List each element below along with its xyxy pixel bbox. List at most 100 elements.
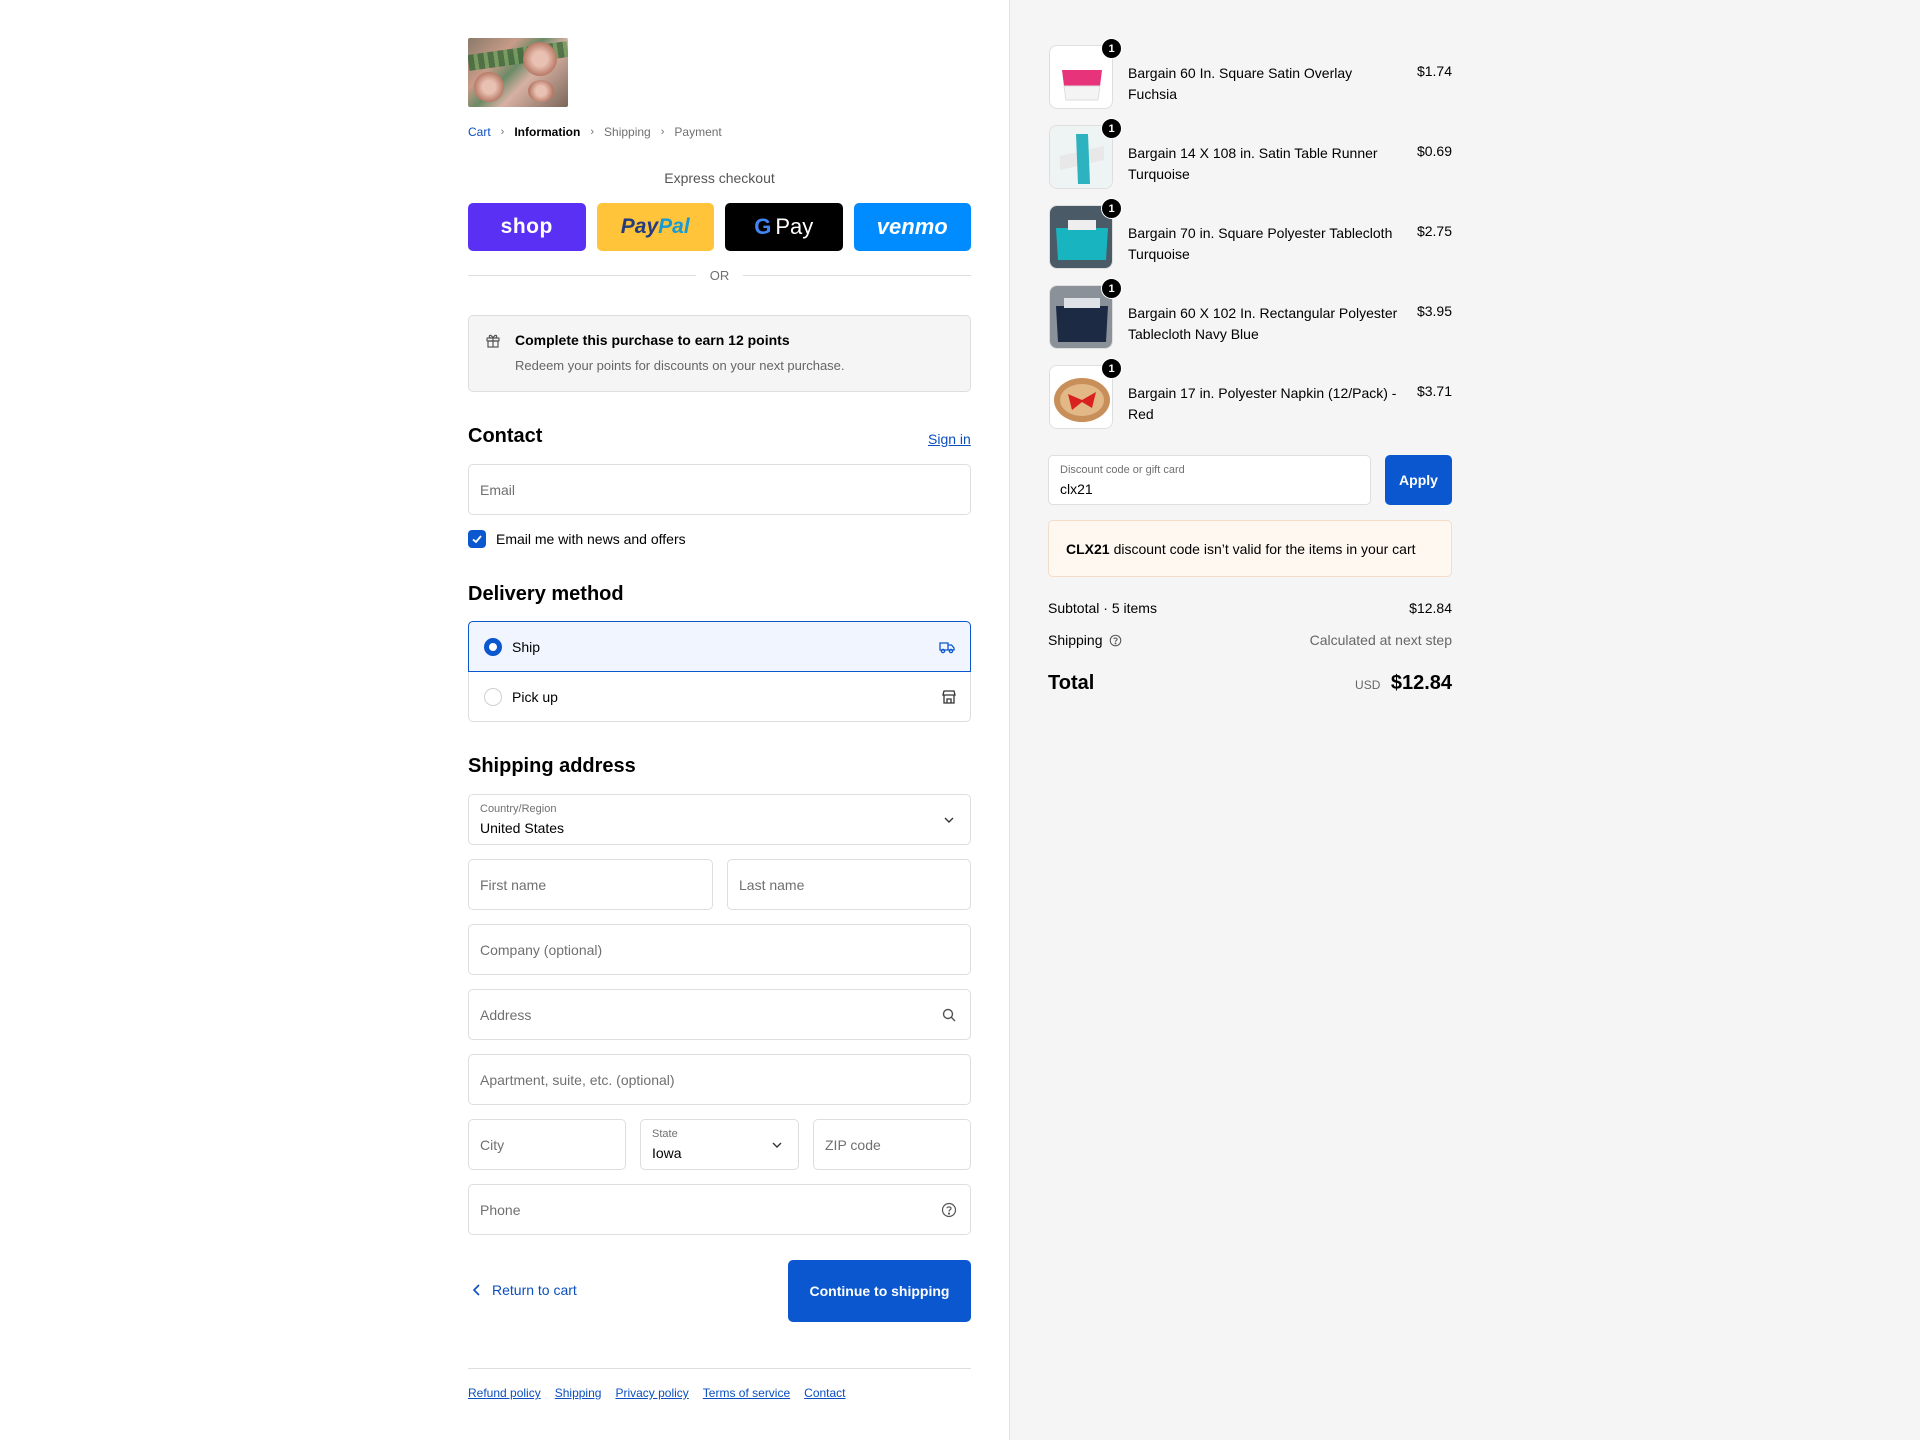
country-value: United States bbox=[480, 820, 565, 836]
loyalty-points-banner: Complete this purchase to earn 12 points… bbox=[468, 315, 971, 392]
paypal-button[interactable]: Pay Pal bbox=[596, 203, 714, 251]
privacy-policy-link[interactable]: Privacy policy bbox=[615, 1386, 688, 1400]
chevron-right-icon: › bbox=[660, 126, 665, 138]
product-price: $0.69 bbox=[1416, 143, 1452, 159]
return-to-cart-link[interactable]: Return to cart bbox=[470, 1282, 577, 1298]
news-offers-checkbox[interactable] bbox=[468, 530, 486, 548]
email-field[interactable]: Email bbox=[468, 464, 971, 515]
news-offers-label: Email me with news and offers bbox=[496, 531, 686, 547]
state-value: Iowa bbox=[652, 1145, 682, 1161]
google-pay-button[interactable]: G Pay bbox=[725, 203, 843, 251]
chevron-down-icon bbox=[772, 1142, 782, 1148]
total-label: Total bbox=[1048, 672, 1095, 694]
product-price: $3.71 bbox=[1416, 383, 1452, 399]
breadcrumb-payment: Payment bbox=[674, 125, 722, 139]
search-icon bbox=[942, 1008, 956, 1022]
help-icon[interactable] bbox=[941, 1202, 957, 1218]
express-checkout-title: Express checkout bbox=[664, 170, 775, 186]
shipping-address-heading: Shipping address bbox=[468, 755, 636, 777]
email-placeholder: Email bbox=[480, 482, 516, 498]
quantity-badge: 1 bbox=[1101, 358, 1122, 379]
state-label: State bbox=[652, 1128, 678, 1140]
shipping-row: Shipping Calculated at next step bbox=[1048, 632, 1452, 648]
subtotal-row: Subtotal · 5 items $12.84 bbox=[1048, 600, 1452, 616]
venmo-button[interactable]: venmo bbox=[853, 203, 971, 251]
shipping-policy-link[interactable]: Shipping bbox=[555, 1386, 602, 1400]
product-name: Bargain 14 X 108 in. Satin Table Runner … bbox=[1128, 145, 1378, 182]
cart-item: 1 Bargain 14 X 108 in. Satin Table Runne… bbox=[1049, 118, 1452, 189]
pickup-radio[interactable] bbox=[484, 688, 502, 706]
help-icon[interactable] bbox=[1109, 634, 1122, 647]
quantity-badge: 1 bbox=[1101, 198, 1122, 219]
city-field[interactable]: City bbox=[468, 1119, 626, 1170]
phone-field[interactable]: Phone bbox=[468, 1184, 971, 1235]
total-row: Total USD $12.84 bbox=[1048, 672, 1452, 695]
discount-error-message: CLX21 discount code isn’t valid for the … bbox=[1048, 520, 1452, 577]
shop-pay-button[interactable]: shop bbox=[468, 203, 586, 251]
gift-icon bbox=[486, 334, 500, 348]
country-select[interactable]: Country/Region United States bbox=[468, 794, 971, 845]
breadcrumb-cart[interactable]: Cart bbox=[468, 125, 491, 139]
state-select[interactable]: State Iowa bbox=[640, 1119, 799, 1170]
truck-icon bbox=[939, 642, 955, 654]
pickup-label: Pick up bbox=[512, 689, 558, 705]
ship-radio[interactable] bbox=[484, 637, 502, 656]
product-name: Bargain 60 X 102 In. Rectangular Polyest… bbox=[1128, 305, 1398, 342]
country-label: Country/Region bbox=[480, 803, 557, 815]
points-title: Complete this purchase to earn 12 points bbox=[515, 332, 790, 348]
product-price: $1.74 bbox=[1416, 63, 1452, 79]
store-icon bbox=[942, 690, 956, 704]
product-name: Bargain 70 in. Square Polyester Tableclo… bbox=[1128, 225, 1393, 262]
delivery-option-pickup[interactable]: Pick up bbox=[469, 672, 972, 722]
cart-item: 1 Bargain 70 in. Square Polyester Tablec… bbox=[1049, 198, 1452, 269]
ship-label: Ship bbox=[512, 638, 541, 655]
store-logo[interactable] bbox=[468, 38, 568, 107]
terms-of-service-link[interactable]: Terms of service bbox=[703, 1386, 790, 1400]
discount-error-code: CLX21 bbox=[1066, 540, 1110, 557]
cart-item: 1 Bargain 17 in. Polyester Napkin (12/Pa… bbox=[1049, 358, 1452, 429]
quantity-badge: 1 bbox=[1101, 118, 1122, 139]
contact-link[interactable]: Contact bbox=[804, 1386, 845, 1400]
refund-policy-link[interactable]: Refund policy bbox=[468, 1386, 541, 1400]
total-value: $12.84 bbox=[1390, 672, 1452, 694]
quantity-badge: 1 bbox=[1101, 38, 1122, 59]
product-name: Bargain 17 in. Polyester Napkin (12/Pack… bbox=[1128, 385, 1397, 422]
footer-divider bbox=[468, 1368, 971, 1369]
product-price: $2.75 bbox=[1416, 223, 1452, 239]
quantity-badge: 1 bbox=[1101, 278, 1122, 299]
breadcrumb: Cart › Information › Shipping › Payment bbox=[468, 125, 722, 139]
subtotal-label: Subtotal · 5 items bbox=[1048, 600, 1157, 616]
chevron-right-icon: › bbox=[590, 126, 595, 138]
apply-discount-button[interactable]: Apply bbox=[1385, 455, 1452, 505]
chevron-right-icon: › bbox=[500, 126, 505, 138]
last-name-field[interactable]: Last name bbox=[727, 859, 971, 910]
product-price: $3.95 bbox=[1416, 303, 1452, 319]
delivery-option-ship[interactable]: Ship bbox=[468, 621, 971, 672]
chevron-left-icon bbox=[472, 1284, 480, 1296]
product-name: Bargain 60 In. Square Satin Overlay Fuch… bbox=[1128, 65, 1353, 102]
express-checkout-buttons: shop Pay Pal G Pay venmo bbox=[468, 203, 971, 251]
apartment-field[interactable]: Apartment, suite, etc. (optional) bbox=[468, 1054, 971, 1105]
first-name-field[interactable]: First name bbox=[468, 859, 713, 910]
zip-field[interactable]: ZIP code bbox=[813, 1119, 971, 1170]
continue-to-shipping-button[interactable]: Continue to shipping bbox=[788, 1260, 971, 1322]
google-g-icon: G bbox=[754, 214, 772, 239]
shipping-label: Shipping bbox=[1048, 632, 1103, 648]
subtotal-value: $12.84 bbox=[1409, 600, 1452, 616]
delivery-heading: Delivery method bbox=[468, 583, 624, 605]
discount-value: clx21 bbox=[1060, 481, 1093, 497]
breadcrumb-information: Information bbox=[514, 125, 581, 139]
address-field[interactable]: Address bbox=[468, 989, 971, 1040]
company-field[interactable]: Company (optional) bbox=[468, 924, 971, 975]
footer-links: Refund policy Shipping Privacy policy Te… bbox=[468, 1386, 846, 1400]
contact-heading: Contact bbox=[468, 425, 543, 447]
discount-label: Discount code or gift card bbox=[1060, 464, 1185, 476]
sign-in-link[interactable]: Sign in bbox=[928, 431, 971, 447]
check-icon bbox=[472, 535, 482, 544]
chevron-down-icon bbox=[944, 817, 954, 823]
breadcrumb-shipping: Shipping bbox=[604, 125, 651, 139]
discount-code-field[interactable]: Discount code or gift card clx21 bbox=[1048, 455, 1371, 505]
news-offers-option[interactable]: Email me with news and offers bbox=[468, 530, 686, 548]
cart-item: 1 Bargain 60 In. Square Satin Overlay Fu… bbox=[1049, 38, 1452, 109]
shipping-value: Calculated at next step bbox=[1309, 632, 1452, 648]
